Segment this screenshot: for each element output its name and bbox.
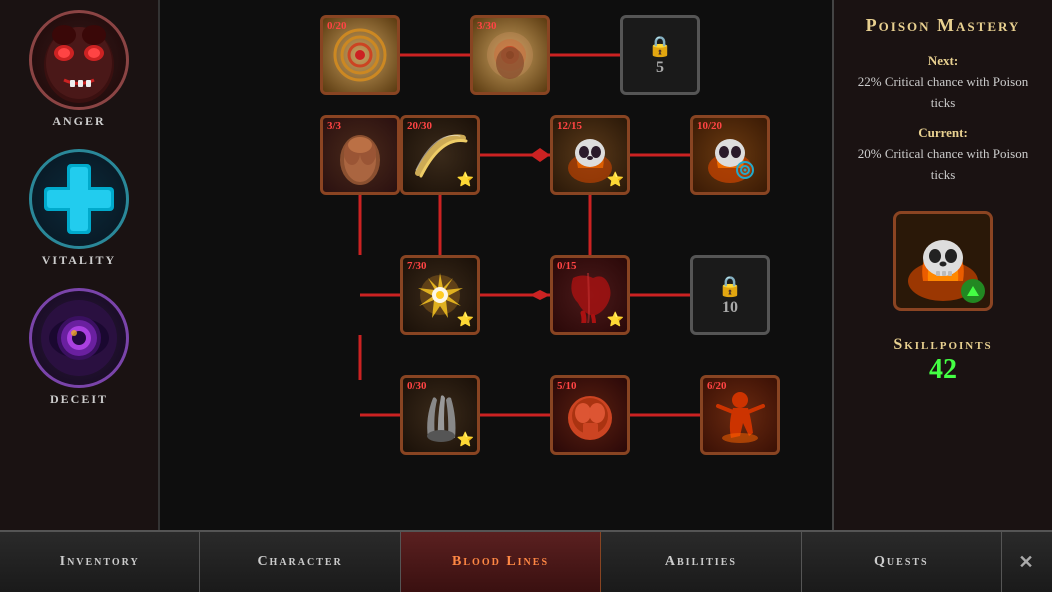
arm-svg <box>330 125 390 185</box>
node-mid2-2[interactable]: 0/15 ⭐ <box>550 255 630 335</box>
target-svg <box>333 28 388 83</box>
skill-tree: 3/3 0/20 3/30 <box>160 0 832 530</box>
node-top-3[interactable]: 🔒 5 <box>620 15 700 95</box>
node-bot-1-star: ⭐ <box>457 432 474 449</box>
upgrade-arrow[interactable] <box>961 279 985 303</box>
nav-blood-lines[interactable]: Blood Lines <box>401 532 601 592</box>
node-mid2-1[interactable]: 7/30 ⭐ <box>400 255 480 335</box>
vitality-icon <box>29 149 129 249</box>
node-mid2-1-star: ⭐ <box>457 312 474 329</box>
node-mid2-1-count: 7/30 <box>407 260 427 272</box>
lock-icon-2: 🔒 <box>718 274 743 299</box>
nav-abilities[interactable]: Abilities <box>601 532 801 592</box>
node-arm-count: 3/3 <box>327 120 341 132</box>
node-mid1-3-count: 10/20 <box>697 120 722 132</box>
node-mid1-1[interactable]: 20/30 ⭐ <box>400 115 480 195</box>
node-mid1-2[interactable]: 12/15 ⭐ <box>550 115 630 195</box>
panel-title: Poison Mastery <box>866 15 1021 36</box>
node-bot-2-count: 5/10 <box>557 380 577 392</box>
skill-preview <box>893 211 993 311</box>
main-area: Anger Vitality <box>0 0 1052 530</box>
nav-quests[interactable]: Quests <box>802 532 1002 592</box>
skillpoints-value: 42 <box>929 354 957 386</box>
sidebar-item-vitality[interactable]: Vitality <box>9 149 149 268</box>
nav-inventory[interactable]: Inventory <box>0 532 200 592</box>
node-mid2-2-star: ⭐ <box>607 312 624 329</box>
next-text: 22% Critical chance with Poison ticks <box>858 74 1028 110</box>
anger-icon <box>29 10 129 110</box>
node-mid2-3-lock-count: 10 <box>722 299 738 317</box>
deceit-label: Deceit <box>50 392 108 407</box>
shadow-svg <box>713 388 768 443</box>
skillpoints-label: Skillpoints <box>893 336 992 354</box>
node-top-2-count: 3/30 <box>477 20 497 32</box>
lock-icon-1: 🔒 <box>648 34 673 59</box>
node-mid2-3[interactable]: 🔒 10 <box>690 255 770 335</box>
left-sidebar: Anger Vitality <box>0 0 160 530</box>
panel-description-next: Next: 22% Critical chance with Poison ti… <box>849 51 1037 113</box>
node-bot-3[interactable]: 6/20 <box>700 375 780 455</box>
node-mid1-1-star: ⭐ <box>457 172 474 189</box>
node-arm[interactable]: 3/3 <box>320 115 400 195</box>
node-top-1-count: 0/20 <box>327 20 347 32</box>
nav-character[interactable]: Character <box>200 532 400 592</box>
deceit-icon <box>29 288 129 388</box>
node-mid1-1-count: 20/30 <box>407 120 432 132</box>
sidebar-item-deceit[interactable]: Deceit <box>9 288 149 407</box>
panel-description-current: Current: 20% Critical chance with Poison… <box>849 123 1037 185</box>
node-mid1-2-count: 12/15 <box>557 120 582 132</box>
current-text: 20% Critical chance with Poison ticks <box>858 146 1028 182</box>
muscle-svg <box>563 388 618 443</box>
node-bot-1-count: 0/30 <box>407 380 427 392</box>
node-top-1[interactable]: 0/20 <box>320 15 400 95</box>
skull2-svg <box>703 128 758 183</box>
current-label: Current: <box>918 125 968 140</box>
target2-svg <box>483 28 538 83</box>
bottom-nav: Inventory Character Blood Lines Abilitie… <box>0 530 1052 592</box>
node-top-3-lock-count: 5 <box>656 59 664 77</box>
node-bot-2[interactable]: 5/10 <box>550 375 630 455</box>
vitality-label: Vitality <box>42 253 116 268</box>
node-bot-1[interactable]: 0/30 ⭐ <box>400 375 480 455</box>
next-label: Next: <box>928 53 958 68</box>
node-mid1-3[interactable]: 10/20 <box>690 115 770 195</box>
sidebar-item-anger[interactable]: Anger <box>9 10 149 129</box>
node-mid2-2-count: 0/15 <box>557 260 577 272</box>
anger-label: Anger <box>52 114 105 129</box>
nav-close[interactable]: ✕ <box>1002 532 1052 592</box>
node-mid1-2-star: ⭐ <box>607 172 624 189</box>
right-panel: Poison Mastery Next: 22% Critical chance… <box>832 0 1052 530</box>
node-bot-3-count: 6/20 <box>707 380 727 392</box>
node-top-2[interactable]: 3/30 <box>470 15 550 95</box>
